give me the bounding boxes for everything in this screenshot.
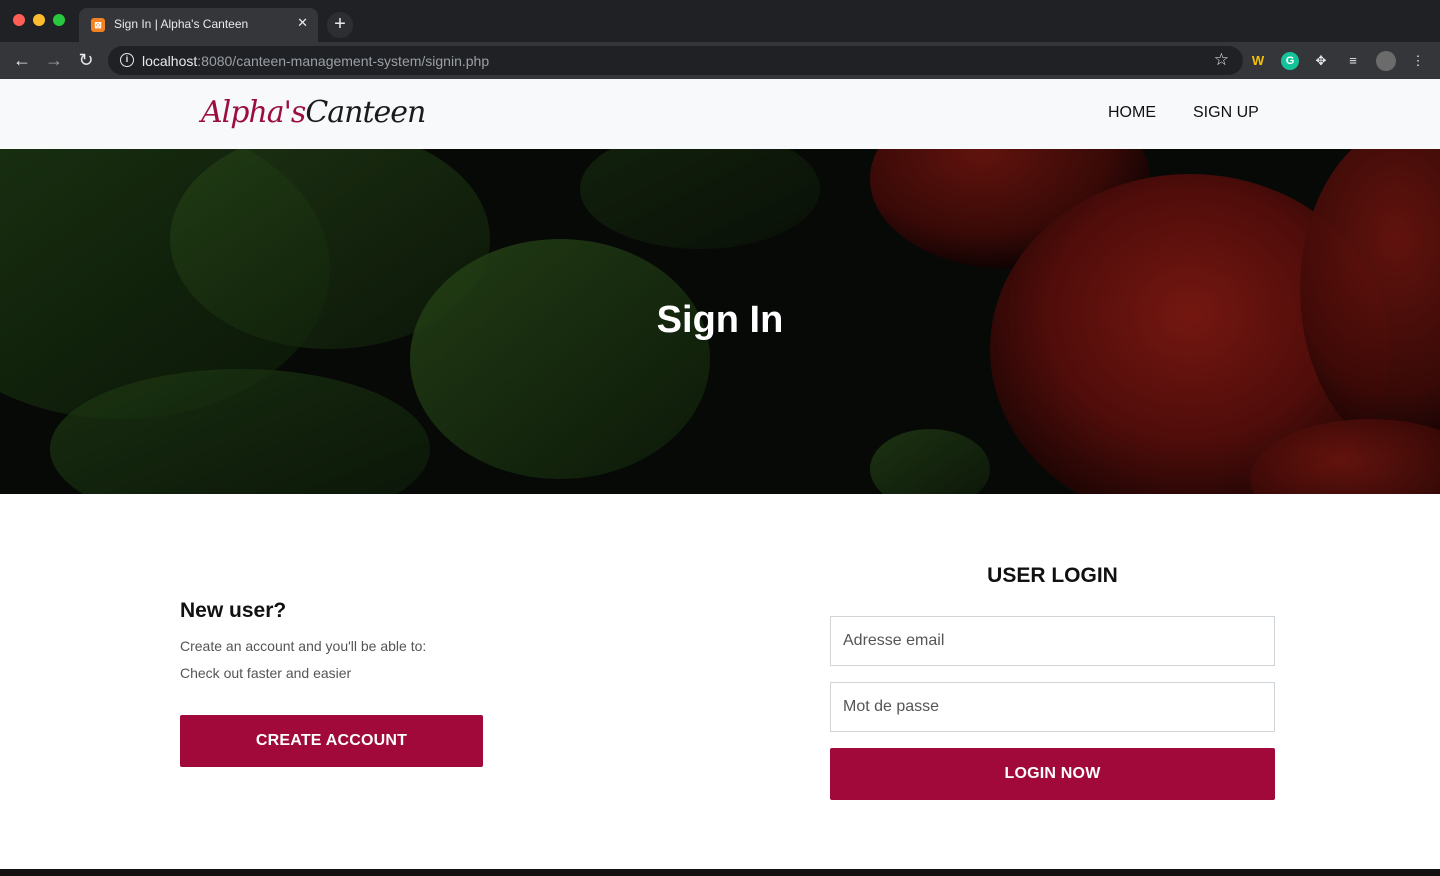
site-header: Alpha'sCanteen HOME SIGN UP — [0, 79, 1440, 149]
user-login-title: USER LOGIN — [987, 564, 1118, 587]
nav-signup-link[interactable]: SIGN UP — [1193, 104, 1259, 122]
password-field[interactable] — [830, 682, 1275, 732]
extensions-puzzle-icon[interactable]: ✥ — [1312, 52, 1330, 70]
forward-arrow-icon[interactable]: → — [42, 48, 66, 72]
close-window-button[interactable] — [13, 14, 25, 26]
bookmark-star-icon[interactable]: ☆ — [1214, 50, 1229, 70]
hero-banner: Sign In — [0, 149, 1440, 494]
browser-tab[interactable]: ⊠ Sign In | Alpha's Canteen ✕ — [79, 8, 318, 42]
footer-bar — [0, 869, 1440, 876]
more-menu-icon[interactable]: ⋮ — [1409, 52, 1427, 70]
address-bar[interactable]: i localhost:8080/canteen-management-syst… — [108, 46, 1243, 75]
minimize-window-button[interactable] — [33, 14, 45, 26]
login-button[interactable]: LOGIN NOW — [830, 748, 1275, 800]
extension-w-icon[interactable]: W — [1249, 52, 1267, 70]
url-text: localhost:8080/canteen-management-system… — [142, 53, 490, 69]
browser-toolbar: ← → ↻ i localhost:8080/canteen-managemen… — [0, 42, 1440, 79]
page-title: Sign In — [656, 299, 784, 341]
site-logo[interactable]: Alpha'sCanteen — [201, 95, 426, 130]
tab-title: Sign In | Alpha's Canteen — [114, 17, 249, 31]
tab-close-icon[interactable]: ✕ — [297, 15, 308, 31]
info-icon[interactable]: i — [120, 53, 134, 67]
reading-list-icon[interactable]: ≡ — [1344, 52, 1362, 70]
profile-avatar[interactable] — [1376, 51, 1396, 71]
maximize-window-button[interactable] — [53, 14, 65, 26]
create-account-button[interactable]: CREATE ACCOUNT — [180, 715, 483, 767]
back-arrow-icon[interactable]: ← — [10, 48, 34, 72]
new-user-description: Create an account and you'll be able to: — [180, 638, 427, 654]
xampp-favicon-icon: ⊠ — [91, 18, 105, 32]
email-field[interactable] — [830, 616, 1275, 666]
new-tab-button[interactable]: + — [327, 12, 353, 38]
new-user-title: New user? — [180, 599, 287, 622]
new-user-benefit: Check out faster and easier — [180, 665, 352, 681]
reload-icon[interactable]: ↻ — [74, 48, 98, 72]
grammarly-extension-icon[interactable]: G — [1281, 52, 1299, 70]
nav-home-link[interactable]: HOME — [1108, 104, 1156, 122]
browser-tabstrip: ⊠ Sign In | Alpha's Canteen ✕ + — [0, 0, 1440, 42]
